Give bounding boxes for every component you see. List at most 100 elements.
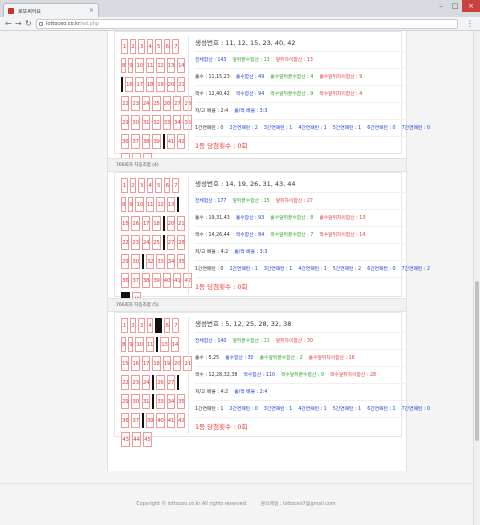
stat-line: 전체합산 : 140 앞뒤끝수합산 : 11 앞뒤차이합산 : 30 [195, 332, 410, 349]
slip-number: 21 [177, 216, 186, 231]
stat-line: 짝수 : 12,28,32,38 짝수합산 : 110 짝수앞뒤끝수합산 : 9 짝수… [195, 366, 410, 383]
slip-number: 32 [145, 254, 155, 269]
stat-item: 2간연패턴 : 0 [229, 407, 258, 412]
slip-number: 5 [155, 39, 162, 54]
footer: Copyright © lottoceo.co.kr All rights re… [0, 483, 472, 525]
scrollbar-thumb[interactable] [475, 281, 479, 441]
combo-card: 1 2 3 4 5 6 7 8 9 10 11 12 13 15 16 17 18 20 21 22 23 24 25 27 2… [114, 172, 430, 307]
slip-number: 18 [152, 356, 161, 371]
slip-number-marked [156, 337, 159, 352]
slip-number: 24 [141, 375, 151, 390]
stat-item: 홀수앞뒤끝수합산 : 8 [270, 216, 314, 221]
stat-item: 앞뒤끝수합산 : 13 [232, 58, 270, 63]
stat-item: 7간연패턴 : 2 [401, 267, 431, 272]
slip-row: 29 30 32 33 34 35 [121, 254, 186, 269]
browser-tab[interactable]: 로또써어요 × [3, 3, 99, 17]
slip-number: 1 [121, 178, 128, 193]
section-header: 766회차 자동조합 (4) [108, 158, 406, 172]
stat-line: 저/고 배율 : 2:4 홀/짝 배율 : 3:3 [195, 102, 410, 119]
slip-number: 26 [162, 96, 172, 111]
combo-info: 생성번호 : 5, 12, 25, 28, 32, 38 전체합산 : 140 앞뒤… [195, 317, 430, 435]
slip-number: 7 [172, 318, 180, 333]
stat-item: 짝수 : 14,26,44 [195, 233, 230, 238]
generated-numbers: 생성번호 : 5, 12, 25, 28, 32, 38 [195, 320, 292, 328]
slip-number: 39 [152, 134, 161, 149]
stat-line: 1간연패턴 : 0 2간연패턴 : 2 3간연패턴 : 1 4간연패턴 : 1 5간연패… [195, 119, 430, 136]
stat-item: 전체합산 : 143 [195, 58, 227, 63]
forward-icon[interactable]: → [15, 19, 22, 29]
slip-number: 29 [121, 254, 130, 269]
combo-info: 생성번호 : 11, 12, 15, 23, 40, 42 전체합산 : 143 앞… [195, 36, 430, 154]
stat-item: 홀수앞뒤끝수합산 : 4 [270, 75, 314, 80]
slip-row: 8 9 10 11 12 13 14 [121, 58, 186, 73]
slip-number: 30 [131, 115, 140, 130]
stat-item: 5간연패턴 : 2 [332, 267, 362, 272]
slip-number: 42 [177, 413, 186, 428]
reload-icon[interactable]: ↻ [25, 19, 32, 29]
slip-row: 1234567 [121, 39, 181, 54]
slip-number: 7 [172, 39, 180, 54]
slip-number: 25 [152, 96, 161, 111]
address-bar[interactable]: lottoceo.co.kr/ad.php [36, 19, 458, 29]
slip-row: 8 9 10 11 12 13 [121, 197, 181, 212]
slip-number: 3 [138, 39, 145, 54]
slip-number: 15 [121, 356, 130, 371]
slip-number: 3 [138, 178, 145, 193]
back-icon[interactable]: ← [5, 19, 12, 29]
slip-number: 41 [166, 134, 176, 149]
slip-number: 10 [135, 337, 144, 352]
slip-number: 17 [141, 216, 151, 231]
stat-line: 홀수 : 11,15,23 홀수합산 : 49 홀수앞뒤끝수합산 : 4 홀수앞뒤차이… [195, 68, 410, 85]
maximize-icon[interactable]: □ [448, 0, 462, 12]
slip-number: 37 [131, 134, 140, 149]
slip-number: 28 [177, 235, 186, 250]
slip-number: 30 [131, 394, 140, 409]
stat-item: 짝수앞뒤차이합산 : 4 [319, 92, 363, 97]
slip-number: 22 [121, 235, 130, 250]
slip-number: 35 [177, 254, 186, 269]
slip-number: 31 [141, 115, 151, 130]
slip-number: 20 [166, 77, 176, 92]
stat-item: 짝수앞뒤끝수합산 : 9 [270, 92, 314, 97]
close-icon[interactable]: × [462, 0, 480, 12]
slip-number: 41 [173, 273, 182, 288]
slip-number: 40 [162, 273, 172, 288]
divider [188, 317, 189, 434]
slip-number: 2 [129, 318, 137, 333]
stat-item: 짝수앞뒤차이합산 : 14 [319, 233, 366, 238]
slip-number: 13 [166, 197, 176, 212]
slip-number: 33 [162, 115, 172, 130]
stat-line: 홀수 : 5,25 홀수합산 : 30 홀수앞뒤끝수합산 : 2 홀수앞뒤차이합산 :… [195, 349, 410, 366]
stat-item: 홀수 : 19,31,43 [195, 216, 230, 221]
stat-item: 저/고 배율 : 4:2 [195, 250, 229, 255]
slip-row: 8 9 10 11 13 14 [121, 337, 181, 352]
slip-number: 4 [146, 318, 154, 333]
slip-number: 35 [177, 394, 186, 409]
stat-item: 1간연패턴 : 0 [195, 267, 224, 272]
slip-number: 9 [128, 337, 134, 352]
slip-row: 36 37 39 40 41 42 [121, 413, 186, 428]
stat-item: 3간연패턴 : 1 [263, 407, 293, 412]
slip-number: 12 [156, 58, 165, 73]
slip-number: 22 [121, 96, 130, 111]
slip-number: 27 [166, 375, 176, 390]
slip-number-marked [152, 394, 155, 409]
contact-email[interactable]: 문의메일 : lottoceo7@gmail.com [261, 502, 336, 507]
browser-toolbar: ← → ↻ lottoceo.co.kr/ad.php ⋮ [0, 17, 480, 31]
slip-number: 4 [146, 39, 154, 54]
slip-number: 19 [162, 356, 172, 371]
slip-number: 42 [177, 134, 186, 149]
stat-item: 저/고 배율 : 4:2 [195, 390, 229, 395]
slip-number: 21 [177, 77, 186, 92]
slip-number: 37 [131, 413, 140, 428]
minimize-icon[interactable]: – [434, 0, 448, 12]
scrollbar[interactable] [473, 31, 480, 525]
slip-number-marked [162, 216, 165, 231]
combo-card: 1 2 3 4 5 6 7 8 9 10 11 12 13 14 16 17 18 19 20 21 22 23 24 25 2… [114, 31, 430, 168]
tab-close-icon[interactable]: × [89, 7, 94, 14]
slip-row: 15 16 17 18 20 21 [121, 216, 186, 231]
slip-number: 12 [156, 197, 165, 212]
menu-icon[interactable]: ⋮ [466, 19, 474, 29]
stat-item: 앞뒤차이합산 : 27 [275, 199, 313, 204]
slip-number: 14 [170, 337, 180, 352]
